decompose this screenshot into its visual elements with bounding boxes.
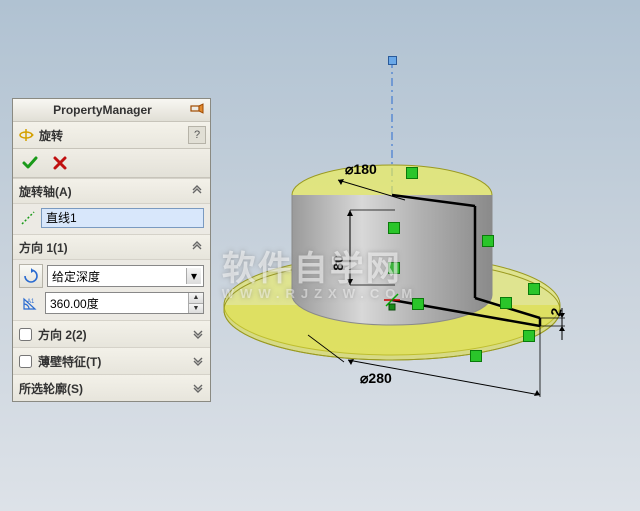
thin-feature-label: 薄壁特征(T) [38, 353, 186, 370]
relation-handle[interactable] [470, 350, 482, 362]
pm-titlebar: PropertyManager [13, 99, 210, 122]
feature-name: 旋转 [39, 127, 188, 144]
relation-handle[interactable] [500, 297, 512, 309]
chevron-up-icon [190, 184, 204, 198]
pin-icon[interactable] [188, 102, 206, 118]
end-condition-value: 给定深度 [52, 268, 186, 285]
section-axis-label: 旋转轴(A) [19, 183, 190, 200]
chevron-down-icon [192, 381, 204, 396]
confirm-row [13, 149, 210, 178]
spinner-up-button[interactable]: ▲ [189, 293, 203, 304]
ok-button[interactable] [19, 152, 41, 174]
angle-spinner[interactable]: 360.00度 ▲ ▼ [45, 292, 204, 314]
reverse-direction-button[interactable] [19, 264, 43, 288]
chevron-up-icon [190, 240, 204, 254]
axis-endpoint-handle[interactable] [388, 56, 397, 65]
section-thin-feature[interactable]: 薄壁特征(T) [13, 347, 210, 374]
section-direction1-label: 方向 1(1) [19, 239, 190, 256]
relation-handle[interactable] [412, 298, 424, 310]
axis-input[interactable]: 直线1 [41, 208, 204, 228]
dimension-d180[interactable]: ⌀180 [345, 161, 377, 178]
section-contours[interactable]: 所选轮廓(S) [13, 374, 210, 401]
section-axis-header[interactable]: 旋转轴(A) [13, 179, 210, 204]
angle-value[interactable]: 360.00度 [46, 293, 188, 313]
thin-feature-checkbox[interactable] [19, 355, 32, 368]
section-direction1: 方向 1(1) 给定深度 ▾ A1 360.00度 [13, 234, 210, 320]
spinner-down-button[interactable]: ▼ [189, 304, 203, 314]
chevron-down-icon [192, 354, 204, 369]
relation-handle[interactable] [388, 222, 400, 234]
svg-text:A1: A1 [27, 299, 35, 305]
cancel-button[interactable] [49, 152, 71, 174]
end-condition-combo[interactable]: 给定深度 ▾ [47, 265, 204, 287]
pm-title: PropertyManager [17, 103, 188, 117]
chevron-down-icon [192, 327, 204, 342]
dimension-height[interactable]: 80 [330, 255, 346, 271]
direction2-label: 方向 2(2) [38, 326, 186, 343]
dimension-d280[interactable]: ⌀280 [360, 370, 392, 387]
section-direction2[interactable]: 方向 2(2) [13, 320, 210, 347]
help-button[interactable]: ? [188, 126, 206, 144]
relation-handle[interactable] [528, 283, 540, 295]
direction2-checkbox[interactable] [19, 328, 32, 341]
axis-line-icon [19, 209, 37, 227]
feature-header: 旋转 ? [13, 122, 210, 149]
property-manager-panel: PropertyManager 旋转 ? 旋转轴(A) [12, 98, 211, 402]
dropdown-icon: ▾ [186, 268, 201, 284]
relation-handle[interactable] [406, 167, 418, 179]
section-direction1-header[interactable]: 方向 1(1) [13, 235, 210, 260]
relation-handle[interactable] [523, 330, 535, 342]
revolve-icon [17, 126, 35, 144]
section-axis: 旋转轴(A) 直线1 [13, 178, 210, 234]
angle-icon: A1 [19, 292, 41, 314]
relation-handle[interactable] [388, 262, 400, 274]
relation-handle[interactable] [482, 235, 494, 247]
contours-label: 所选轮廓(S) [19, 380, 192, 397]
